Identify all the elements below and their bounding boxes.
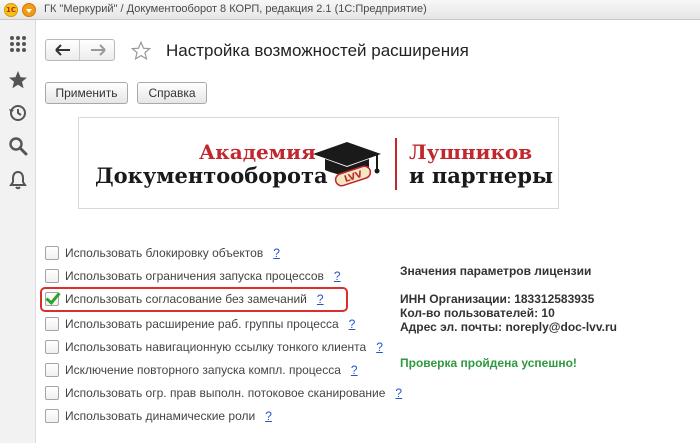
banner-lushnikov-text: Лушников xyxy=(409,140,533,164)
left-sidebar xyxy=(0,20,36,443)
window-title-bar: 1С ГК "Меркурий" / Документооборот 8 КОР… xyxy=(0,0,700,20)
option-checkbox[interactable] xyxy=(45,246,59,260)
forward-button[interactable] xyxy=(81,40,115,60)
banner-divider xyxy=(395,138,397,190)
option-help-link[interactable]: ? xyxy=(349,317,356,331)
highlight-frame xyxy=(40,287,348,312)
option-help-link[interactable]: ? xyxy=(273,246,280,260)
history-icon[interactable] xyxy=(6,101,30,125)
arrow-right-icon xyxy=(91,44,106,56)
option-label: Исключение повторного запуска компл. про… xyxy=(65,363,341,377)
notifications-bell-icon[interactable] xyxy=(6,168,30,192)
option-label: Использовать блокировку объектов xyxy=(65,246,264,260)
option-checkbox[interactable] xyxy=(45,340,59,354)
banner-partners-text: и партнеры xyxy=(409,163,554,188)
option-help-link[interactable]: ? xyxy=(334,269,341,283)
license-email: Адрес эл. почты: noreply@doc-lvv.ru xyxy=(400,320,617,334)
apps-grid-icon[interactable] xyxy=(6,32,30,56)
option-label: Использовать ограничения запуска процесс… xyxy=(65,269,324,283)
option-checkbox[interactable] xyxy=(45,269,59,283)
arrow-left-icon xyxy=(54,44,70,56)
license-inn: ИНН Организации: 183312583935 xyxy=(400,292,595,306)
apply-button[interactable]: Применить xyxy=(45,82,128,104)
option-checkbox[interactable] xyxy=(45,409,59,423)
option-label: Использовать огр. прав выполн. потоковое… xyxy=(65,386,386,400)
option-process-launch-limits[interactable]: Использовать ограничения запуска процесс… xyxy=(45,267,341,285)
back-button[interactable] xyxy=(46,40,80,60)
main-menu-dropdown-icon[interactable] xyxy=(22,3,36,17)
option-object-locking[interactable]: Использовать блокировку объектов ? xyxy=(45,244,280,262)
option-label: Использовать навигационную ссылку тонког… xyxy=(65,340,367,354)
option-checkbox[interactable] xyxy=(45,363,59,377)
option-thin-client-nav-link[interactable]: Использовать навигационную ссылку тонког… xyxy=(45,338,383,356)
add-to-favorites-star-icon[interactable] xyxy=(130,40,152,62)
favorites-star-icon[interactable] xyxy=(6,68,30,92)
option-help-link[interactable]: ? xyxy=(265,409,272,423)
banner-academy-text: Академия xyxy=(199,140,316,164)
search-icon[interactable] xyxy=(6,134,30,158)
1c-logo-icon[interactable]: 1С xyxy=(4,3,18,17)
option-checkbox[interactable] xyxy=(45,386,59,400)
option-label: Использовать расширение раб. группы проц… xyxy=(65,317,339,331)
academy-banner-logo: Академия Документооборота LVV Лушников и… xyxy=(78,117,559,209)
option-workgroup-extension[interactable]: Использовать расширение раб. группы проц… xyxy=(45,315,355,333)
option-help-link[interactable]: ? xyxy=(395,386,402,400)
option-repeat-launch-exclusion[interactable]: Исключение повторного запуска компл. про… xyxy=(45,361,358,379)
option-dynamic-roles[interactable]: Использовать динамические роли ? xyxy=(45,407,272,425)
license-users: Кол-во пользователей: 10 xyxy=(400,306,555,320)
window-title: ГК "Меркурий" / Документооборот 8 КОРП, … xyxy=(44,3,427,15)
option-checkbox[interactable] xyxy=(45,317,59,331)
graduation-cap-icon: LVV xyxy=(313,142,381,187)
license-status: Проверка пройдена успешно! xyxy=(400,356,577,370)
option-help-link[interactable]: ? xyxy=(376,340,383,354)
page-title: Настройка возможностей расширения xyxy=(166,41,469,60)
help-button[interactable]: Справка xyxy=(137,82,207,104)
option-help-link[interactable]: ? xyxy=(351,363,358,377)
option-label: Использовать динамические роли xyxy=(65,409,256,423)
banner-docflow-text: Документооборота xyxy=(95,163,328,188)
navigation-buttons xyxy=(45,39,115,61)
license-heading: Значения параметров лицензии xyxy=(400,264,592,278)
option-stream-scanning-rights[interactable]: Использовать огр. прав выполн. потоковое… xyxy=(45,384,402,402)
